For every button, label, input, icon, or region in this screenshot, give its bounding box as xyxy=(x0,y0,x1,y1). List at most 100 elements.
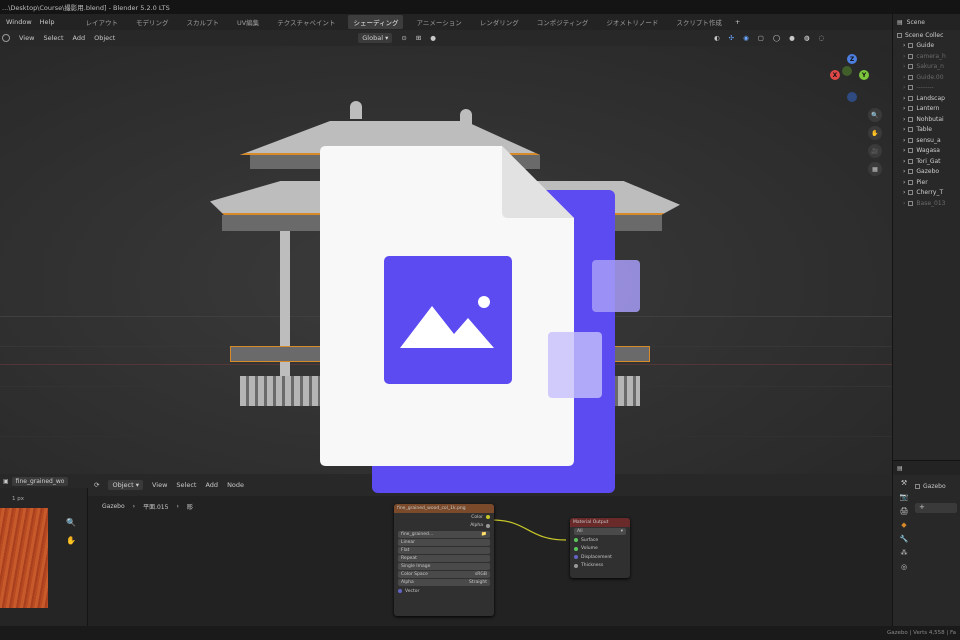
outliner-item[interactable]: › sensu_a xyxy=(893,135,960,146)
expand-chevron-icon[interactable]: › xyxy=(903,74,905,81)
camera-view-icon[interactable]: 🎥 xyxy=(868,144,882,158)
tab-layout[interactable]: レイアウト xyxy=(80,15,123,29)
tab-compositing[interactable]: コンポジティング xyxy=(532,15,594,29)
3d-viewport[interactable]: Z X Y 🔍 ✋ 🎥 ▦ xyxy=(0,46,892,474)
gizmo-toggle-icon[interactable]: ✣ xyxy=(729,34,734,42)
outliner-editor-icon[interactable]: ▤ xyxy=(897,19,903,26)
menu-help[interactable]: Help xyxy=(40,18,55,26)
pivot-icon[interactable]: ⊙ xyxy=(401,34,406,42)
expand-chevron-icon[interactable]: › xyxy=(903,158,905,165)
scene-tab-icon[interactable]: ◆ xyxy=(901,521,906,529)
pan-view-icon[interactable]: ✋ xyxy=(868,126,882,140)
pan-image-icon[interactable]: ✋ xyxy=(66,536,76,545)
outliner-item[interactable]: › Table xyxy=(893,125,960,136)
tab-rendering[interactable]: レンダリング xyxy=(475,15,524,29)
material-output-node[interactable]: Material Output All ▾ Surface Volume Disp… xyxy=(570,518,630,578)
expand-chevron-icon[interactable]: › xyxy=(903,179,905,186)
properties-editor-icon[interactable]: ▤ xyxy=(897,465,903,472)
expand-chevron-icon[interactable]: › xyxy=(903,189,905,196)
solid-shading-icon[interactable]: ● xyxy=(789,34,795,42)
menu-window[interactable]: Window xyxy=(6,18,32,26)
outliner-item[interactable]: › Guide xyxy=(893,41,960,52)
outliner-item[interactable]: › camera_h xyxy=(893,51,960,62)
zoom-view-icon[interactable]: 🔍 xyxy=(868,108,882,122)
outliner-item[interactable]: › Tori_Gat xyxy=(893,156,960,167)
thickness-input-socket[interactable] xyxy=(574,563,578,568)
modifier-tab-icon[interactable]: 🔧 xyxy=(900,535,909,543)
image-node-field[interactable]: Repeat xyxy=(398,555,490,562)
snap-icon[interactable]: ⊞ xyxy=(416,34,421,42)
image-node-field[interactable]: Color Space sRGB xyxy=(398,571,490,578)
image-datablock-field[interactable]: fine_grained... 📁 xyxy=(398,531,490,538)
gizmo-axis-y[interactable]: Y xyxy=(859,70,869,80)
tab-uv-editing[interactable]: UV編集 xyxy=(232,15,264,29)
tab-sculpting[interactable]: スカルプト xyxy=(181,15,224,29)
outliner-root[interactable]: Scene Collec xyxy=(893,30,960,41)
vector-input-socket[interactable] xyxy=(398,589,402,594)
add-workspace-button[interactable]: + xyxy=(735,18,740,26)
navigation-gizmo[interactable]: Z X Y 🔍 ✋ 🎥 ▦ xyxy=(812,46,892,186)
outliner-item[interactable]: › Guide.00 xyxy=(893,72,960,83)
surface-input-socket[interactable] xyxy=(574,538,578,543)
expand-chevron-icon[interactable]: › xyxy=(903,126,905,133)
xray-icon[interactable]: ▢ xyxy=(758,34,764,42)
volume-input-socket[interactable] xyxy=(574,546,578,551)
image-node-field[interactable]: Single Image xyxy=(398,563,490,570)
expand-chevron-icon[interactable]: › xyxy=(903,147,905,154)
expand-chevron-icon[interactable]: › xyxy=(903,137,905,144)
orientation-dropdown[interactable]: Global ▾ xyxy=(358,33,393,43)
output-target-dropdown[interactable]: All ▾ xyxy=(574,528,626,535)
outliner-item[interactable]: › Wagasa xyxy=(893,146,960,157)
image-node-field[interactable]: Flat xyxy=(398,547,490,554)
expand-chevron-icon[interactable]: › xyxy=(903,200,905,207)
expand-chevron-icon[interactable]: › xyxy=(903,53,905,60)
node-editor[interactable]: ⟳ Object ▾ View Select Add Node Gazebo ›… xyxy=(88,474,892,626)
expand-chevron-icon[interactable]: › xyxy=(903,63,905,70)
tool-tab-icon[interactable]: ⚒ xyxy=(901,479,907,487)
displacement-input-socket[interactable] xyxy=(574,555,578,560)
gizmo-axis-neg-y[interactable] xyxy=(842,66,852,76)
proportional-icon[interactable]: ● xyxy=(430,34,436,42)
outliner-item[interactable]: › Pier xyxy=(893,177,960,188)
tab-shading[interactable]: シェーディング xyxy=(348,15,404,29)
viewport-menu-add[interactable]: Add xyxy=(73,34,86,42)
image-selector[interactable]: fine_grained_wo xyxy=(11,476,69,486)
outliner-item[interactable]: › Cherry_T xyxy=(893,188,960,199)
particles-tab-icon[interactable]: ⁂ xyxy=(901,549,908,557)
open-image-icon[interactable]: 📁 xyxy=(481,532,487,537)
outliner-item[interactable]: › -------- xyxy=(893,83,960,94)
visibility-icon[interactable]: ◐ xyxy=(714,34,720,42)
tab-modeling[interactable]: モデリング xyxy=(131,15,174,29)
expand-chevron-icon[interactable]: › xyxy=(903,95,905,102)
viewport-menu-view[interactable]: View xyxy=(19,34,34,42)
image-texture-node[interactable]: fine_grained_wood_col_1k.png Color Alpha… xyxy=(394,504,494,616)
texture-preview-image[interactable] xyxy=(0,508,48,608)
image-node-field[interactable]: Alpha Straight xyxy=(398,579,490,586)
output-tab-icon[interactable]: 🖨 xyxy=(900,507,909,515)
image-node-field[interactable]: Linear xyxy=(398,539,490,546)
render-tab-icon[interactable]: 📷 xyxy=(900,493,909,501)
outliner-item[interactable]: › Nohbutai xyxy=(893,114,960,125)
expand-chevron-icon[interactable]: › xyxy=(903,116,905,123)
gazebo-model[interactable] xyxy=(210,91,680,421)
overlay-toggle-icon[interactable]: ◉ xyxy=(743,34,749,42)
tab-geometry-nodes[interactable]: ジオメトリノード xyxy=(601,15,663,29)
wireframe-shading-icon[interactable]: ◯ xyxy=(773,34,780,42)
add-modifier-button[interactable]: + xyxy=(915,503,957,513)
scene-selector[interactable]: Scene xyxy=(907,19,925,26)
outliner-item[interactable]: › Lantern xyxy=(893,104,960,115)
alpha-output-socket[interactable] xyxy=(486,523,490,528)
material-shading-icon[interactable]: ◍ xyxy=(804,34,810,42)
expand-chevron-icon[interactable]: › xyxy=(903,84,905,91)
tab-animation[interactable]: アニメーション xyxy=(411,15,466,29)
tab-scripting[interactable]: スクリプト作成 xyxy=(671,15,727,29)
viewport-menu-object[interactable]: Object xyxy=(94,34,115,42)
gizmo-axis-x[interactable]: X xyxy=(830,70,840,80)
rendered-shading-icon[interactable]: ◌ xyxy=(819,34,825,42)
outliner-item[interactable]: › Landscap xyxy=(893,93,960,104)
gizmo-axis-z[interactable]: Z xyxy=(847,54,857,64)
editor-type-icon[interactable] xyxy=(2,34,10,42)
tab-texture-paint[interactable]: テクスチャペイント xyxy=(272,15,340,29)
color-output-socket[interactable] xyxy=(486,515,490,520)
outliner-item[interactable]: › Gazebo xyxy=(893,167,960,178)
